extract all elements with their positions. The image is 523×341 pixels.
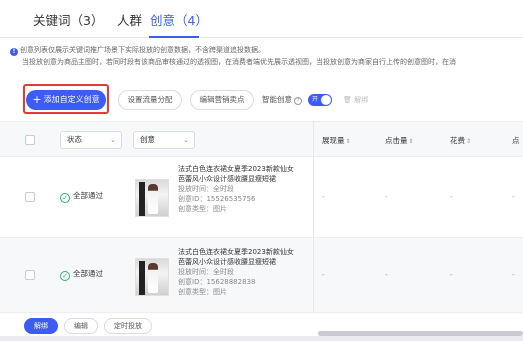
tab-bar: 关键词（3） 人群 创意（4） [0,0,523,38]
creative-time: 投放时间：全时段 [178,268,234,276]
thumbnail-figure [139,182,145,216]
chevron-down-icon: ⌄ [183,136,189,144]
schedule-button[interactable]: 定时投放 [104,318,152,334]
chevron-down-icon: ⌄ [110,136,116,144]
table-row: ✓ 全部通过 法式白色连衣裙女夏季2023新款仙女 芭蕾风小众设计感收腰显瘦短裙 … [0,238,523,318]
notice-line-2: 当投放创意为商品主图时，若同时段有该商品审核通过的透视图，在消费者端优先展示透视… [22,58,456,66]
column-cost[interactable]: 花费⇕ [450,135,471,146]
status-filter-select[interactable]: 状态 ⌄ [60,131,122,149]
creative-table: 状态 ⌄ 创意 ⌄ 展现量⇕ 点击量⇕ 花费⇕ 点 ✓ 全部通过 法式白色连衣裙女夏季… [0,121,523,336]
trash-icon: 🗑 [343,96,352,104]
column-clicks-label: 点击量 [385,136,408,145]
column-more[interactable]: 点 [512,135,520,146]
thumbnail-figure [148,263,158,293]
select-all-checkbox[interactable] [25,135,35,145]
smart-creative-text: 智能创意 [262,95,292,104]
sort-icon: ⇕ [466,138,472,145]
bottom-strip [0,336,523,341]
info-notice: ! 创意列表仅展示关键词推广场景下实际投放的创意数据，不含跨渠道追投数据。 当投放… [10,44,456,68]
creative-title: 法式白色连衣裙女夏季2023新款仙女 [178,165,294,173]
batch-edit-button[interactable]: 编辑 [64,318,98,334]
status-filter-label: 状态 [67,135,82,144]
column-clicks[interactable]: 点击量⇕ [385,135,414,146]
more-value: - [512,192,515,201]
notice-line-1: 创意列表仅展示关键词推广场景下实际投放的创意数据，不含跨渠道追投数据。 [20,46,265,54]
creative-id: 创意ID：15628882838 [178,278,256,286]
creative-info: 法式白色连衣裙女夏季2023新款仙女 芭蕾风小众设计感收腰显瘦短裙 投放时间：全… [178,247,294,297]
status-badge: ✓ 全部通过 [60,268,103,281]
creative-type: 创意类型：图片 [178,288,227,296]
creative-title: 芭蕾风小众设计感收腰显瘦短裙 [178,258,276,266]
column-cost-label: 花费 [450,136,465,145]
table-row: ✓ 全部通过 法式白色连衣裙女夏季2023新款仙女 芭蕾风小众设计感收腰显瘦短裙 … [0,158,523,238]
clicks-value: - [385,192,388,201]
column-divider [313,121,314,336]
column-impressions-label: 展现量 [322,136,345,145]
creative-type: 创意类型：图片 [178,205,227,213]
unbind-label: 解绑 [354,96,369,104]
toggle-on-text: 开 [312,96,319,103]
cost-value: - [450,270,453,279]
info-icon: ! [10,48,18,56]
status-badge: ✓ 全部通过 [60,190,103,203]
row-checkbox[interactable] [25,270,35,280]
unbind-button-disabled[interactable]: 🗑 解绑 [343,90,368,110]
creative-title: 法式白色连衣裙女夏季2023新款仙女 [178,248,294,256]
traffic-allocation-button[interactable]: 设置流量分配 [118,90,182,110]
creative-thumbnail[interactable] [135,258,169,296]
thumbnail-figure [148,184,158,214]
creative-filter-select[interactable]: 创意 ⌄ [133,131,195,149]
clicks-value: - [385,270,388,279]
sort-icon: ⇕ [408,138,414,145]
creative-info: 法式白色连衣裙女夏季2023新款仙女 芭蕾风小众设计感收腰显瘦短裙 投放时间：全… [178,164,294,214]
column-more-label: 点 [512,136,520,145]
edit-selling-points-button[interactable]: 编辑营销卖点 [190,90,254,110]
thumbnail-figure [139,261,145,295]
creative-title: 芭蕾风小众设计感收腰显瘦短裙 [178,175,276,183]
help-icon[interactable]: ? [294,97,302,105]
sort-icon: ⇕ [345,138,351,145]
toggle-knob [321,95,331,105]
impressions-value: - [322,270,325,279]
impressions-value: - [322,192,325,201]
more-value: - [512,270,515,279]
tab-keywords[interactable]: 关键词（3） [33,10,103,29]
creative-id: 创意ID：15526535756 [178,195,256,203]
status-text: 全部通过 [73,191,103,200]
batch-unbind-button[interactable]: 解绑 [24,318,58,334]
tab-audience[interactable]: 人群 [117,10,142,29]
creative-time: 投放时间：全时段 [178,185,234,193]
active-tab-indicator [149,36,199,38]
column-impressions[interactable]: 展现量⇕ [322,135,351,146]
creative-filter-label: 创意 [140,135,155,144]
status-text: 全部通过 [73,269,103,278]
highlight-box [23,84,109,114]
smart-creative-label: 智能创意? [262,90,302,110]
row-checkbox[interactable] [25,192,35,202]
cost-value: - [450,192,453,201]
smart-creative-toggle[interactable]: 开 [308,94,332,106]
check-circle-icon: ✓ [60,193,70,203]
creative-thumbnail[interactable] [135,179,169,217]
table-header: 状态 ⌄ 创意 ⌄ 展现量⇕ 点击量⇕ 花费⇕ 点 [0,121,523,157]
check-circle-icon: ✓ [60,271,70,281]
tab-creative[interactable]: 创意（4） [150,10,208,29]
